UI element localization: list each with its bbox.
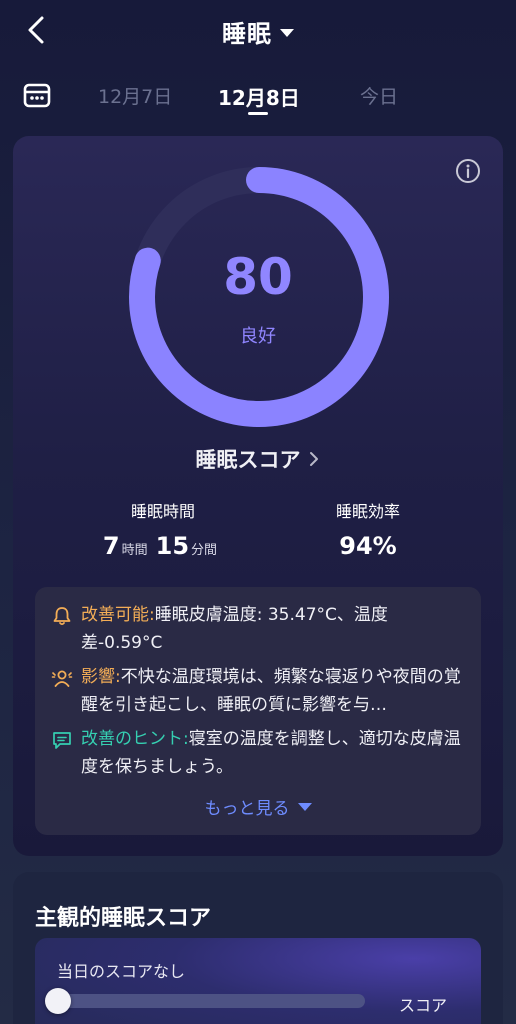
sleep-efficiency-label: 睡眠効率 <box>335 502 400 521</box>
see-more-label: もっと見る <box>204 799 290 819</box>
tab-dec-7[interactable]: 12月7日 <box>98 82 172 109</box>
insight-panel: 改善可能:睡眠皮膚温度: 35.47°C、温度差-0.59°C 影響:不快な温度… <box>35 587 481 835</box>
tab-today[interactable]: 今日 <box>360 82 398 109</box>
sleep-score-link-label: 睡眠スコア <box>195 448 301 472</box>
sleep-efficiency-value-wrap: 94% <box>303 532 433 560</box>
score-slider-track[interactable] <box>59 994 365 1008</box>
hint-label: 改善のヒント: <box>81 729 189 749</box>
insight-improve: 改善可能:睡眠皮膚温度: 35.47°C、温度差-0.59°C <box>51 601 465 657</box>
page-title: 睡眠 <box>222 20 272 48</box>
score-slider-label: スコア <box>399 996 448 1015</box>
insight-hint: 改善のヒント:寝室の温度を調整し、適切な皮膚温度を保ちましょう。 <box>51 725 465 781</box>
sleep-duration-label: 睡眠時間 <box>130 502 195 521</box>
sleep-score-link[interactable]: 睡眠スコア <box>13 444 503 474</box>
impact-text: 不快な温度環境は、頻繁な寝返りや夜間の覚醒を引き起こし、睡眠の質に影響を与… <box>81 667 461 715</box>
duration-minutes-unit: 分間 <box>191 543 218 558</box>
see-more-button[interactable]: もっと見る <box>35 794 481 819</box>
score-slider-knob[interactable] <box>45 988 71 1014</box>
duration-hours-unit: 時間 <box>121 543 148 558</box>
sleep-efficiency-value: 94% <box>339 532 397 560</box>
tips-icon <box>53 732 71 749</box>
sleep-page: 睡眠 12月7日 12月8日 今日 80 良好 睡眠スコア 睡眠時間 7 時間 … <box>0 0 516 1024</box>
tab-dec-8[interactable]: 12月8日 <box>218 82 300 111</box>
caret-down-icon <box>297 802 312 811</box>
improve-label: 改善可能: <box>81 605 155 625</box>
subjective-score-title: 主観的睡眠スコア <box>35 906 212 931</box>
bell-icon <box>53 607 71 626</box>
active-tab-indicator <box>248 112 268 115</box>
header: 睡眠 <box>0 0 516 60</box>
subjective-score-card: 主観的睡眠スコア 当日のスコアなし スコア <box>13 872 503 1024</box>
sleep-score-card: 80 良好 睡眠スコア 睡眠時間 7 時間 15 分間 睡眠効率 94% 改善可… <box>13 136 503 856</box>
sleep-score-grade: 良好 <box>240 326 276 347</box>
sleep-efficiency-stat: 睡眠効率 94% <box>303 498 433 560</box>
impact-label: 影響: <box>81 667 121 687</box>
info-icon[interactable] <box>455 158 481 184</box>
title-dropdown[interactable]: 睡眠 <box>0 14 516 49</box>
caret-down-icon <box>280 28 294 37</box>
sleep-duration-stat: 睡眠時間 7 時間 15 分間 <box>73 498 253 560</box>
insight-impact: 影響:不快な温度環境は、頻繁な寝返りや夜間の覚醒を引き起こし、睡眠の質に影響を与… <box>51 663 465 719</box>
duration-minutes: 15 <box>155 532 190 560</box>
date-bar: 12月7日 12月8日 今日 <box>0 74 516 120</box>
person-alert-icon <box>51 670 73 687</box>
calendar-icon[interactable] <box>22 80 52 110</box>
sleep-score-value: 80 <box>223 248 293 306</box>
subjective-slider-panel: 当日のスコアなし スコア <box>35 938 481 1024</box>
chevron-right-icon <box>309 452 318 466</box>
duration-hours: 7 <box>102 532 120 560</box>
no-score-text: 当日のスコアなし <box>57 962 186 981</box>
sleep-duration-value: 7 時間 15 分間 <box>73 532 253 560</box>
